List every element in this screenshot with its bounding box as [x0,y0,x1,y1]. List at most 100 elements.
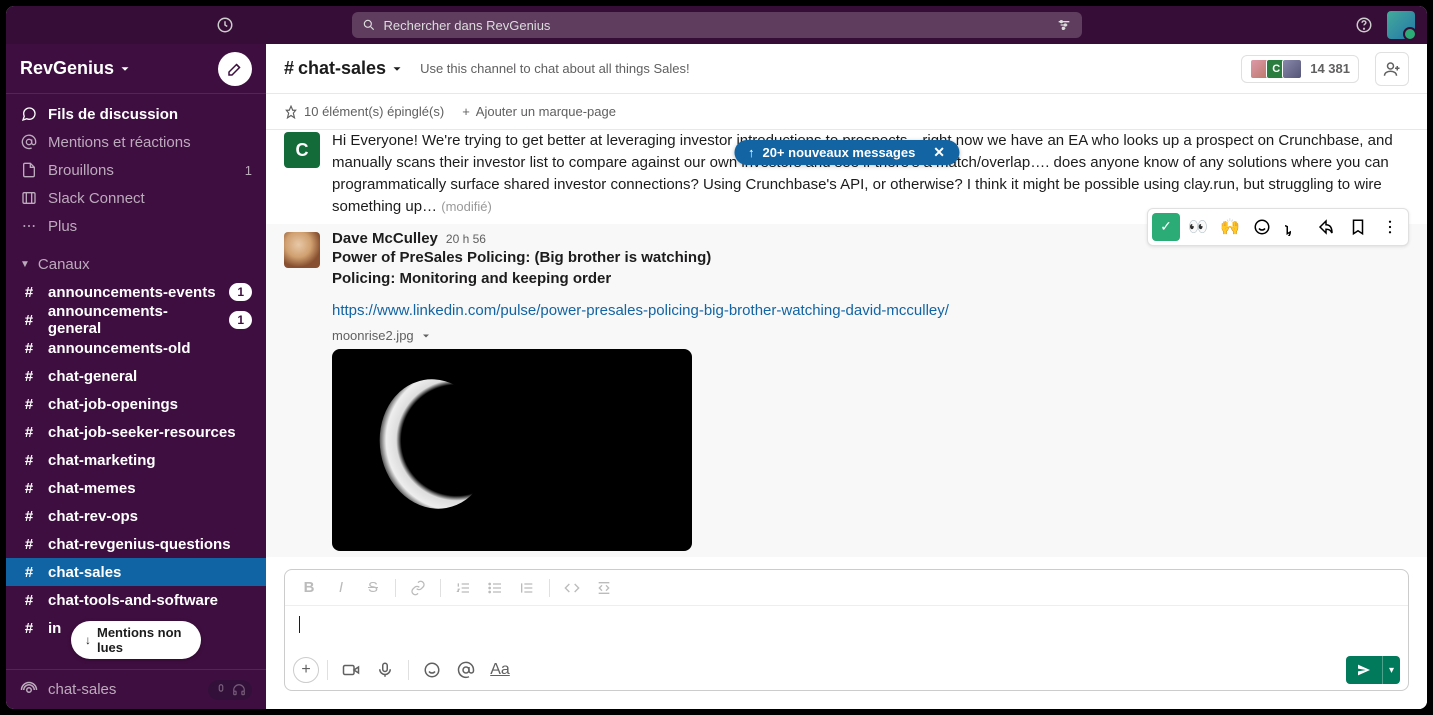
mention-badge: 1 [229,311,252,329]
blockquote-button[interactable] [513,574,541,602]
format-toggle-button[interactable]: Aa [485,655,515,685]
huddle-icon[interactable] [20,681,38,699]
video-button[interactable] [336,655,366,685]
hash-icon: # [20,284,38,301]
channel-subheader: 10 élément(s) épinglé(s) + Ajouter un ma… [266,94,1427,130]
close-icon[interactable]: ✕ [933,144,945,161]
chevron-down-icon [390,62,404,76]
format-toolbar: B I S [285,570,1408,606]
add-user-button[interactable] [1375,52,1409,86]
mic-button[interactable] [370,655,400,685]
unread-mentions-pill[interactable]: ↓ Mentions non lues [71,621,201,659]
member-count-chip[interactable]: C 14 381 [1241,55,1359,83]
hash-icon: # [20,368,38,385]
code-button[interactable] [558,574,586,602]
hash-icon: # [20,620,38,637]
channel-announcements-general[interactable]: #announcements-general1 [6,306,266,334]
channel-chat-job-openings[interactable]: #chat-job-openings [6,390,266,418]
nav-mentions[interactable]: Mentions et réactions [6,128,266,156]
channel-announcements-events[interactable]: #announcements-events1 [6,278,266,306]
compose-button[interactable] [218,52,252,86]
thread-icon[interactable] [1280,213,1308,241]
emoji-button[interactable] [417,655,447,685]
sidebar: RevGenius Fils de discussion Mentions et… [6,44,266,709]
image-attachment[interactable] [332,349,692,551]
headphones-toggle-icon[interactable] [232,683,246,697]
channel-chat-sales[interactable]: #chat-sales [6,558,266,586]
arrow-up-icon: ↑ [748,145,755,160]
more-actions-icon[interactable] [1376,213,1404,241]
section-channels[interactable]: ▼ Canaux [6,250,266,278]
nav-more[interactable]: Plus [6,212,266,240]
channel-title[interactable]: # chat-sales [284,58,404,79]
share-icon[interactable] [1312,213,1340,241]
send-button[interactable]: ▾ [1346,656,1400,684]
bold-button[interactable]: B [295,574,323,602]
workspace-name: RevGenius [20,58,114,79]
help-icon[interactable] [1355,16,1373,34]
strike-button[interactable]: S [359,574,387,602]
file-attachment[interactable]: moonrise2.jpg [332,328,1409,343]
history-icon[interactable] [216,16,234,34]
attach-button[interactable]: + [293,657,319,683]
mentions-icon [20,134,38,150]
message-author[interactable]: Dave McCulley [332,230,438,247]
mention-button[interactable] [451,655,481,685]
add-reaction-icon[interactable] [1248,213,1276,241]
connect-icon [20,190,38,206]
message-actions: ✓ 👀 🙌 [1147,208,1409,246]
message-avatar[interactable] [284,232,320,268]
ordered-list-button[interactable] [449,574,477,602]
hash-icon: # [20,536,38,553]
channel-description: Use this channel to chat about all thing… [420,61,690,76]
channel-chat-general[interactable]: #chat-general [6,362,266,390]
channel-announcements-old[interactable]: #announcements-old [6,334,266,362]
hash-icon: # [20,312,38,329]
message-composer: B I S + [284,569,1409,691]
search-input[interactable]: Rechercher dans RevGenius [352,12,1082,38]
arrow-down-icon: ↓ [85,633,91,647]
bookmark-icon[interactable] [1344,213,1372,241]
compose-input[interactable] [285,606,1408,650]
link-button[interactable] [404,574,432,602]
send-icon [1346,656,1383,684]
mention-badge: 1 [229,283,252,301]
nav-slack-connect[interactable]: Slack Connect [6,184,266,212]
nav-drafts[interactable]: Brouillons 1 [6,156,266,184]
new-messages-pill[interactable]: ↑ 20+ nouveaux messages ✕ [734,140,959,165]
channel-chat-tools-and-software[interactable]: #chat-tools-and-software [6,586,266,614]
channel-chat-job-seeker-resources[interactable]: #chat-job-seeker-resources [6,418,266,446]
nav-threads[interactable]: Fils de discussion [6,100,266,128]
bullet-list-button[interactable] [481,574,509,602]
hash-icon: # [20,480,38,497]
channel-chat-memes[interactable]: #chat-memes [6,474,266,502]
reaction-eyes[interactable]: 👀 [1184,213,1212,241]
chevron-down-icon [420,330,432,342]
pinned-items[interactable]: 10 élément(s) épinglé(s) [284,104,444,119]
hash-icon: # [20,396,38,413]
plus-icon: + [462,104,470,119]
channel-chat-marketing[interactable]: #chat-marketing [6,446,266,474]
channel-chat-revgenius-questions[interactable]: #chat-revgenius-questions [6,530,266,558]
mic-toggle-icon[interactable] [214,683,228,697]
italic-button[interactable]: I [327,574,355,602]
search-icon [362,18,376,32]
reaction-raised-hands[interactable]: 🙌 [1216,213,1244,241]
channel-chat-rev-ops[interactable]: #chat-rev-ops [6,502,266,530]
filter-icon[interactable] [1056,17,1072,33]
drafts-icon [20,162,38,178]
workspace-header[interactable]: RevGenius [6,44,266,94]
user-avatar[interactable] [1387,11,1415,39]
footer-channel: chat-sales [48,681,116,698]
add-bookmark[interactable]: + Ajouter un marque-page [462,104,616,119]
chevron-down-icon[interactable]: ▾ [1383,656,1400,684]
hash-icon: # [20,424,38,441]
threads-icon [20,106,38,122]
main-panel: # chat-sales Use this channel to chat ab… [266,44,1427,709]
sidebar-footer: chat-sales [6,669,266,709]
codeblock-button[interactable] [590,574,618,602]
message-avatar[interactable]: C [284,132,320,168]
message-link[interactable]: https://www.linkedin.com/pulse/power-pre… [332,300,1409,322]
reaction-check[interactable]: ✓ [1152,213,1180,241]
more-icon [20,218,38,234]
